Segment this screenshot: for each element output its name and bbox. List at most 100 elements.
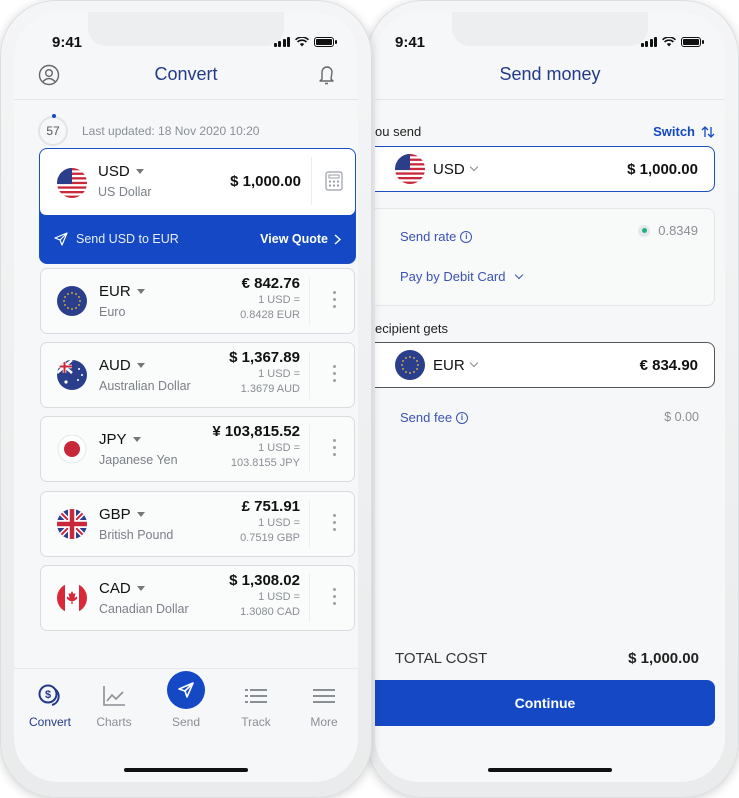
more-options-icon[interactable] (333, 439, 337, 456)
currency-selector[interactable]: EUR (99, 283, 145, 300)
chevron-down-icon (469, 358, 478, 368)
battery-icon (681, 37, 704, 47)
send-fab[interactable] (167, 671, 205, 709)
send-label: Send USD to EUR (76, 232, 179, 246)
bell-icon[interactable] (316, 64, 336, 86)
more-options-icon[interactable] (333, 291, 337, 308)
currency-selector[interactable]: JPY (99, 431, 141, 448)
paper-plane-icon (178, 682, 194, 698)
status-icons (273, 37, 337, 47)
currency-code: JPY (99, 431, 127, 448)
converted-amount: £ 751.91 (241, 498, 300, 515)
rate-line-2: 1.3080 CAD (240, 606, 300, 618)
tab-send[interactable]: Send (156, 671, 216, 729)
chevron-right-icon (334, 233, 341, 245)
currency-selector[interactable]: CAD (99, 580, 145, 597)
us-flag-icon (57, 168, 87, 198)
battery-icon (314, 37, 337, 47)
currency-selector[interactable]: GBP (99, 506, 145, 523)
rate-line-1: 1 USD = (258, 517, 300, 529)
info-icon[interactable]: i (460, 230, 473, 243)
eu-flag-icon (57, 286, 87, 316)
rate-line-1: 1 USD = (258, 591, 300, 603)
tab-track[interactable]: Track (226, 683, 286, 729)
home-indicator (488, 768, 612, 772)
receive-amount-field[interactable]: EUR € 834.90 (375, 342, 715, 388)
page-title: Convert (154, 64, 218, 84)
converted-amount: € 842.76 (241, 275, 300, 292)
signal-icon (640, 37, 657, 47)
live-indicator-icon (638, 224, 651, 237)
send-rate-value: 0.8349 (658, 223, 698, 238)
total-cost-value: $ 1,000.00 (628, 650, 699, 667)
currency-card-jpy[interactable]: JPY Japanese Yen ¥ 103,815.52 1 USD = 103.81… (40, 416, 355, 482)
currency-code: CAD (99, 580, 131, 597)
send-fee-value: $ 0.00 (664, 410, 699, 424)
currency-card-gbp[interactable]: GBP British Pound £ 751.91 1 USD = 0.7519 GB… (40, 491, 355, 557)
tab-charts[interactable]: Charts (84, 683, 144, 729)
caret-down-icon (136, 586, 145, 591)
home-indicator (124, 768, 248, 772)
receive-amount[interactable]: € 834.90 (640, 357, 698, 374)
receive-currency-selector[interactable]: EUR (433, 357, 478, 374)
eu-flag-icon (395, 350, 425, 380)
caret-down-icon (135, 169, 144, 174)
tab-label: Convert (28, 715, 72, 729)
currency-name: Japanese Yen (99, 453, 178, 467)
tab-label: Track (241, 715, 271, 729)
currency-code: GBP (99, 506, 131, 523)
refresh-timer[interactable]: 57 (38, 114, 68, 146)
send-usd-to-eur-link[interactable]: Send USD to EUR (54, 232, 179, 246)
base-currency-row[interactable]: USD US Dollar $ 1,000.00 (40, 149, 355, 215)
send-fee-label[interactable]: Send fee i (400, 410, 469, 425)
send-amount-field[interactable]: USD $ 1,000.00 (375, 146, 715, 192)
calculator-icon (324, 171, 343, 191)
tab-label: More (310, 715, 338, 729)
info-icon[interactable]: i (456, 411, 469, 424)
view-quote-button[interactable]: View Quote (260, 232, 341, 246)
send-amount[interactable]: $ 1,000.00 (627, 161, 698, 178)
send-rate-label[interactable]: Send rate i (400, 229, 473, 244)
paper-plane-icon (54, 232, 68, 246)
converted-amount: ¥ 103,815.52 (212, 423, 300, 440)
dollar-coins-icon: $ (38, 684, 60, 706)
continue-button[interactable]: Continue (375, 680, 715, 726)
au-flag-icon (57, 360, 87, 390)
status-bar: 9:41 (375, 34, 725, 54)
line-chart-icon (103, 686, 125, 706)
base-amount[interactable]: $ 1,000.00 (230, 173, 301, 190)
currency-selector[interactable]: AUD (99, 357, 145, 374)
more-options-icon[interactable] (333, 588, 337, 605)
tab-convert[interactable]: $ Convert (20, 683, 80, 729)
rate-line-2: 0.7519 GBP (240, 532, 300, 544)
base-currency-selector[interactable]: USD (98, 163, 144, 180)
more-options-icon[interactable] (333, 365, 337, 382)
rate-line-2: 1.3679 AUD (240, 383, 300, 395)
tab-more[interactable]: More (294, 683, 354, 729)
total-cost-label: TOTAL COST (395, 650, 488, 667)
list-icon (245, 689, 267, 703)
status-icons (640, 37, 704, 47)
view-quote-label: View Quote (260, 232, 328, 246)
send-currency-selector[interactable]: USD (433, 161, 478, 178)
switch-button[interactable]: Switch (653, 124, 715, 139)
payment-method-selector[interactable]: Pay by Debit Card (400, 269, 523, 284)
currency-card-eur[interactable]: EUR Euro € 842.76 1 USD = 0.8428 EUR (40, 268, 355, 334)
converted-amount: $ 1,367.89 (229, 349, 300, 366)
switch-label: Switch (653, 124, 695, 139)
calculator-button[interactable] (311, 157, 355, 205)
more-options-icon[interactable] (333, 514, 337, 531)
divider (309, 500, 310, 548)
status-time: 9:41 (52, 34, 83, 51)
live-rate: 0.8349 (638, 223, 698, 238)
rate-line-2: 103.8155 JPY (230, 457, 300, 469)
base-currency-card: USD US Dollar $ 1,000.00 Send USD to EUR… (39, 148, 356, 264)
convert-screen: 9:41 Convert 57 Last updated: 18 Nov 202… (14, 12, 358, 782)
currency-card-cad[interactable]: CAD Canadian Dollar $ 1,308.02 1 USD = 1.308… (40, 565, 355, 631)
menu-icon (313, 689, 335, 703)
swap-arrows-icon (701, 125, 715, 138)
currency-card-aud[interactable]: AUD Australian Dollar $ 1,367.89 1 USD = 1.3… (40, 342, 355, 408)
svg-text:$: $ (45, 689, 51, 701)
nav-bar: Convert (14, 58, 358, 100)
phone-convert: 9:41 Convert 57 Last updated: 18 Nov 202… (0, 0, 372, 798)
